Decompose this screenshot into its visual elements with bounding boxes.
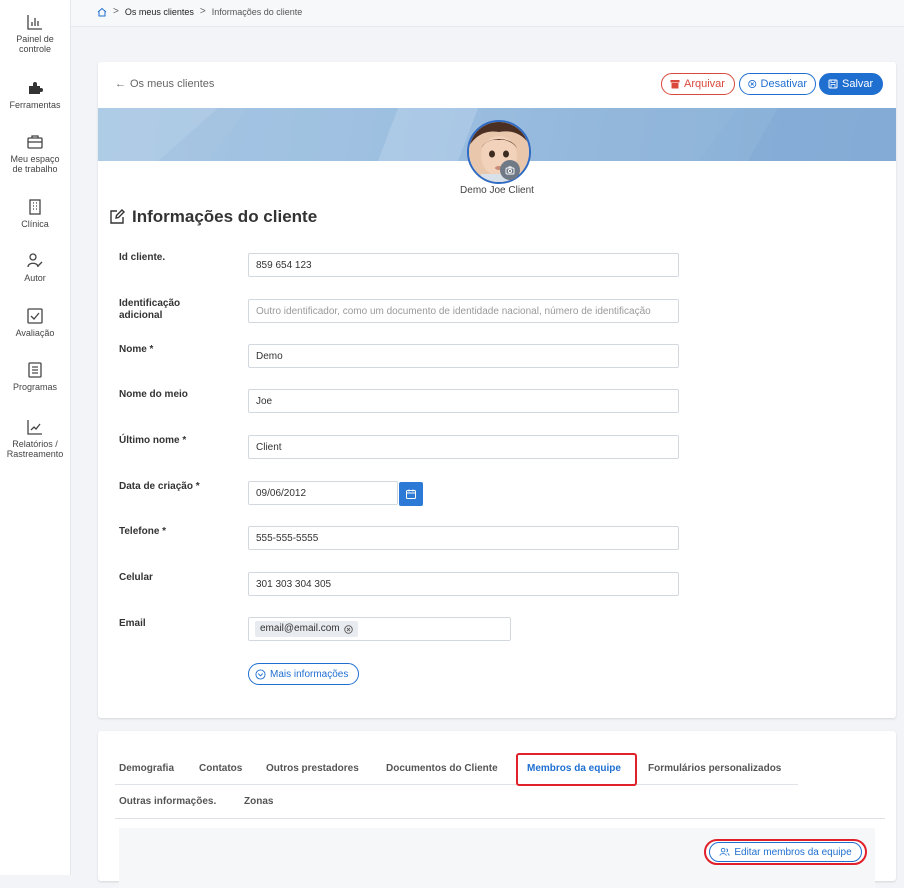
sidebar-item-tools[interactable]: Ferramentas (0, 79, 70, 110)
breadcrumb-separator: > (113, 6, 119, 17)
last-name-input[interactable]: Client (248, 435, 679, 459)
breadcrumb: > Os meus clientes > Informações do clie… (97, 6, 302, 17)
tab-other-providers[interactable]: Outros prestadores (266, 763, 359, 774)
client-id-input[interactable]: 859 654 123 (248, 253, 679, 277)
child-photo (469, 122, 529, 182)
sidebar-item-clinic[interactable]: Clínica (0, 198, 70, 229)
sidebar-item-author[interactable]: Autor (0, 252, 70, 283)
date-picker-button[interactable] (399, 482, 423, 506)
tab-demographics[interactable]: Demografia (119, 763, 174, 774)
dashboard-chart-icon (27, 15, 42, 30)
save-icon (828, 79, 838, 89)
section-title-text: Informações do cliente (132, 207, 318, 226)
tab-custom-forms[interactable]: Formulários personalizados (648, 763, 781, 774)
breadcrumb-my-clients[interactable]: Os meus clientes (125, 7, 194, 17)
phone-label: Telefone * (119, 526, 167, 537)
email-chip-text: email@email.com (260, 623, 340, 634)
sidebar-item-label: Avaliação (15, 328, 55, 338)
tab-other-info[interactable]: Outras informações. (119, 796, 216, 807)
top-bar: > Os meus clientes > Informações do clie… (71, 0, 904, 27)
sidebar-item-label: Autor (24, 273, 46, 283)
arrow-left-icon: ← (115, 78, 126, 90)
sidebar-item-assessment[interactable]: Avaliação (0, 307, 70, 338)
sidebar-item-label: Programas (12, 382, 57, 392)
save-button-label: Salvar (842, 78, 874, 90)
users-icon (719, 847, 730, 856)
last-name-label: Último nome * (119, 435, 187, 446)
sidebar-item-programs[interactable]: Programas (0, 361, 70, 392)
sidebar-item-label: Clínica (21, 219, 49, 229)
email-label: Email (119, 618, 146, 629)
sidebar-item-label: Ferramentas (9, 100, 61, 110)
active-tab-highlight (516, 753, 637, 786)
building-icon (29, 199, 41, 215)
tab-client-documents[interactable]: Documentos do Cliente (386, 763, 498, 774)
close-circle-icon (748, 79, 757, 89)
mobile-label: Celular (119, 572, 153, 583)
edit-team-members-highlight: Editar membros da equipe (704, 839, 867, 865)
mobile-input[interactable]: 301 303 304 305 (248, 572, 679, 596)
sidebar-item-workspace[interactable]: Meu espaço de trabalho (0, 133, 70, 174)
archive-button-label: Arquivar (684, 78, 725, 90)
chevron-down-circle-icon (255, 668, 266, 680)
more-info-button[interactable]: Mais informações (248, 663, 360, 685)
edit-team-members-label: Editar membros da equipe (734, 846, 852, 858)
breadcrumb-separator: > (199, 6, 206, 17)
sidebar-item-label: Painel de controle (16, 34, 54, 54)
sidebar-item-reports[interactable]: Relatórios / Rastreamento (0, 418, 70, 459)
created-date-input[interactable]: 09/06/2012 (248, 481, 398, 505)
phone-input[interactable]: 555-555-5555 (248, 526, 679, 550)
puzzle-icon (29, 82, 43, 94)
more-info-label: Mais informações (270, 668, 349, 680)
sidebar-item-label: Meu espaço de trabalho (10, 154, 60, 174)
first-name-input[interactable]: Demo (248, 344, 679, 368)
tab-contacts[interactable]: Contatos (199, 763, 242, 774)
tab-divider (115, 818, 885, 819)
client-avatar[interactable] (467, 120, 531, 184)
tab-zones[interactable]: Zonas (244, 796, 273, 807)
home-icon[interactable] (97, 7, 107, 17)
additional-id-input[interactable]: Outro identificador, como um documento d… (248, 299, 679, 323)
middle-name-input[interactable]: Joe (248, 389, 679, 413)
client-info-card: ← Os meus clientes Arquivar Desativar Sa… (98, 62, 896, 718)
remove-chip-icon[interactable] (343, 624, 353, 634)
archive-icon (670, 80, 680, 89)
back-link[interactable]: ← Os meus clientes (115, 78, 214, 90)
card-header: ← Os meus clientes Arquivar Desativar Sa… (98, 62, 896, 108)
sidebar: Painel de controle Ferramentas Meu espaç… (0, 0, 71, 875)
additional-id-placeholder: Outro identificador, como um documento d… (256, 306, 651, 317)
tab-divider (115, 784, 798, 785)
calendar-icon (406, 489, 416, 499)
first-name-label: Nome * (119, 344, 154, 355)
breadcrumb-current: Informações do cliente (211, 6, 303, 17)
client-display-name: Demo Joe Client (460, 185, 534, 196)
checkbox-icon (27, 308, 43, 324)
email-chip: email@email.com (255, 621, 358, 637)
additional-id-label: Identificação adicional (119, 298, 181, 321)
change-photo-button[interactable] (500, 160, 520, 180)
camera-icon (505, 166, 515, 175)
list-icon (28, 362, 42, 378)
save-button[interactable]: Salvar (819, 73, 883, 95)
client-tabs-card: Demografia Contatos Outros prestadores D… (98, 731, 896, 888)
deactivate-button-label: Desativar (760, 78, 807, 90)
client-id-label: Id cliente. (119, 252, 166, 263)
back-link-label: Os meus clientes (130, 78, 215, 90)
sidebar-item-label: Relatórios / Rastreamento (6, 439, 64, 459)
edit-team-members-button[interactable]: Editar membros da equipe (709, 842, 862, 862)
section-title: Informações do cliente (108, 207, 317, 227)
edit-icon (110, 209, 125, 224)
middle-name-label: Nome do meio (119, 389, 188, 400)
trend-chart-icon (27, 420, 42, 435)
email-input[interactable]: email@email.com (248, 617, 511, 641)
sidebar-item-dashboard[interactable]: Painel de controle (0, 13, 70, 54)
created-date-label: Data de criação * (119, 481, 200, 492)
deactivate-button[interactable]: Desativar (739, 73, 816, 95)
author-icon (27, 253, 43, 268)
briefcase-icon (27, 135, 43, 149)
archive-button[interactable]: Arquivar (661, 73, 735, 95)
